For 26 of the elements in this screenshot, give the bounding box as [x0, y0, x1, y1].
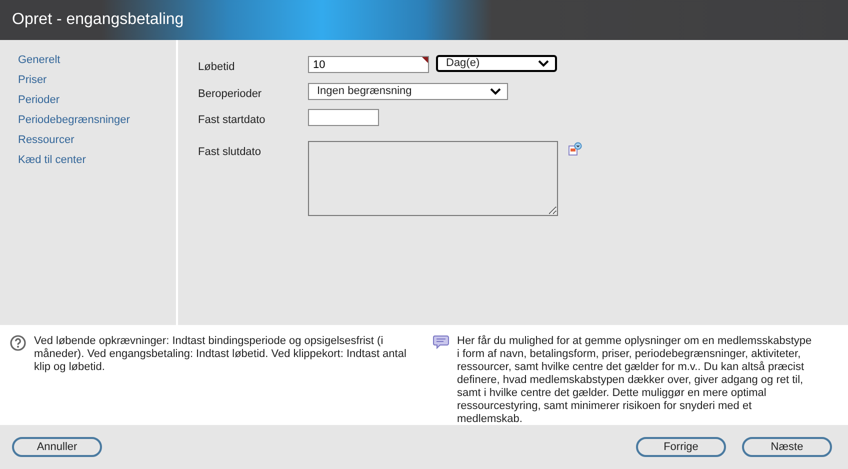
info-text: Her får du mulighed for at gemme oplysninger om en medlemsskabstype i form af navn, betalingsform, priser, periodebegrænsninger, aktiviteter, ressourcer, samt hvilke centre det gælder for m.v.. Du kan altså præcist definere, hvad medlemskabstypen dækker over, giver adgang og ret til, samt i hvilke centre det gælder. Dette muliggør en mere optimal ressourcestyring, samt minimerer risikoen for snyderi med et medlemskab.	[457, 335, 813, 423]
field-label: Fast startdato	[198, 113, 266, 128]
field-label: Beroperioder	[198, 86, 263, 102]
sidebar-link[interactable]: Priser	[18, 73, 176, 87]
speech-bubble-icon	[433, 335, 449, 349]
input-field[interactable]: 10	[308, 56, 429, 73]
chevron-down-icon	[538, 60, 549, 67]
calendar-icon[interactable]	[568, 142, 582, 156]
sidebar-link[interactable]: Generelt	[18, 53, 176, 67]
dropdown[interactable]: Ingen begrænsning	[308, 82, 508, 100]
help-text: Ved løbende opkrævninger: Indtast bindingsperiode og opsigelsesfrist (i måneder). Ved engangsbetaling: Indtast løbetid. Ved klippekort: Indtast antal klip og løbetid.	[34, 335, 408, 375]
field-label: Løbetid	[198, 60, 236, 75]
footer-button[interactable]: Forrige	[636, 437, 726, 457]
sidebar-link[interactable]: Ressourcer	[18, 133, 176, 147]
chevron-down-icon	[490, 88, 501, 94]
sidebar-link[interactable]: Periodebegrænsninger	[18, 113, 176, 127]
date-field[interactable]	[308, 109, 379, 126]
field-label: Fast slutdato	[198, 144, 262, 160]
sidebar-link[interactable]: Perioder	[18, 93, 176, 107]
dropdown[interactable]: Dag(e)	[436, 55, 557, 72]
sidebar-link[interactable]: Kæd til center	[18, 153, 176, 167]
footer-button[interactable]: Annuller	[12, 437, 102, 457]
text-area[interactable]	[308, 140, 558, 216]
help-icon	[10, 335, 26, 351]
window-title: Opret - engangsbetaling	[12, 10, 184, 30]
footer-button[interactable]: Næste	[742, 437, 832, 457]
